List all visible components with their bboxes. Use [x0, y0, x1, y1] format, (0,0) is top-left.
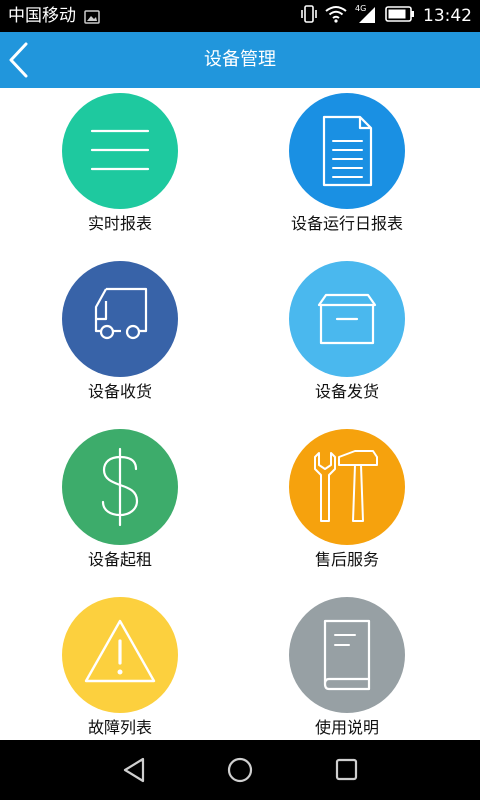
status-bar: 中国移动 4G 13:42: [0, 0, 480, 32]
carrier-name: 中国移动: [8, 6, 76, 26]
vibrate-icon: [301, 4, 317, 28]
signal-icon: 4G: [355, 4, 377, 29]
clock: 13:42: [423, 6, 472, 26]
menu-lines-icon: [90, 129, 150, 171]
recents-square-icon: [335, 758, 358, 781]
menu-icon-circle: [62, 429, 178, 545]
menu-item-fault-list[interactable]: 故障列表: [0, 592, 240, 740]
menu-item-label: 设备收货: [87, 382, 152, 401]
back-triangle-icon: [123, 757, 145, 783]
battery-icon: [385, 5, 415, 27]
menu-icon-circle: [289, 429, 405, 545]
notification-image-icon: [84, 9, 100, 29]
menu-item-ship-goods[interactable]: 设备发货: [227, 256, 467, 424]
box-icon: [317, 293, 377, 345]
home-circle-icon: [227, 757, 253, 783]
menu-icon-circle: [62, 93, 178, 209]
menu-icon-circle: [289, 597, 405, 713]
menu-icon-circle: [289, 261, 405, 377]
truck-icon: [94, 287, 148, 340]
nav-home-button[interactable]: [210, 740, 270, 800]
dollar-icon: [101, 447, 139, 527]
menu-item-label: 故障列表: [87, 718, 152, 737]
menu-item-label: 设备起租: [87, 550, 152, 569]
menu-icon-circle: [289, 93, 405, 209]
book-icon: [323, 619, 371, 691]
menu-item-daily-report[interactable]: 设备运行日报表: [227, 88, 467, 256]
menu-item-receive-goods[interactable]: 设备收货: [0, 256, 240, 424]
menu-item-user-manual[interactable]: 使用说明: [227, 592, 467, 740]
menu-grid: 实时报表 设备运行日报表 设备收货 设备发货 设备起租 售后服务 故障列表 使用…: [0, 88, 480, 740]
network-type: 4G: [355, 4, 366, 13]
menu-item-label: 实时报表: [87, 214, 152, 233]
menu-item-start-rental[interactable]: 设备起租: [0, 424, 240, 592]
menu-item-realtime-report[interactable]: 实时报表: [0, 88, 240, 256]
wifi-icon: [325, 5, 347, 28]
menu-item-label: 使用说明: [314, 718, 379, 737]
nav-recents-button[interactable]: [316, 740, 376, 800]
menu-item-label: 设备运行日报表: [290, 214, 403, 233]
page-title: 设备管理: [204, 49, 276, 70]
tools-icon: [314, 450, 378, 522]
menu-item-after-sales[interactable]: 售后服务: [227, 424, 467, 592]
menu-item-label: 设备发货: [314, 382, 379, 401]
menu-icon-circle: [62, 597, 178, 713]
warning-icon: [84, 619, 156, 683]
app-bar: 设备管理: [0, 32, 480, 88]
system-nav-bar: [0, 740, 480, 800]
menu-item-label: 售后服务: [314, 550, 379, 569]
nav-back-button[interactable]: [104, 740, 164, 800]
document-icon: [322, 115, 373, 187]
menu-icon-circle: [62, 261, 178, 377]
